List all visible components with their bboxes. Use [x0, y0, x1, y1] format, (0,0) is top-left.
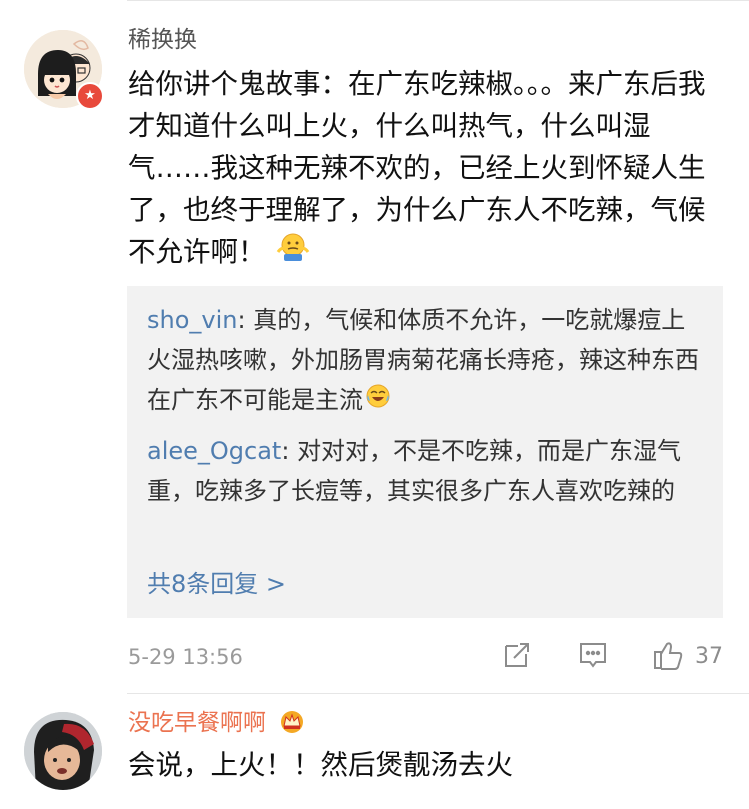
share-icon[interactable]	[502, 640, 532, 674]
crown-icon	[277, 708, 307, 740]
comment-username[interactable]: 稀换换	[128, 20, 197, 54]
reply-item: alee_Ogcat: 对对对，不是不吃辣，而是广东湿气重，吃辣多了长痘等，其实…	[147, 431, 707, 511]
shrug-emoji-icon	[276, 232, 310, 274]
comment-username[interactable]: 没吃早餐啊啊	[128, 703, 307, 740]
comment-divider	[127, 693, 749, 694]
reply-separator: :	[281, 437, 298, 465]
comment-timestamp: 5-29 13:56	[128, 645, 243, 669]
avatar[interactable]	[24, 712, 102, 790]
like-icon[interactable]	[653, 640, 685, 674]
more-replies-link[interactable]: 共8条回复 >	[147, 564, 286, 599]
like-count: 37	[695, 644, 723, 669]
comment-text: 会说，上火！！然后煲靓汤去火	[128, 749, 513, 781]
laugh-cry-emoji-icon	[365, 381, 391, 421]
reply-item: sho_vin: 真的，气候和体质不允许，一吃就爆痘上火湿热咳嗽，外加肠胃病菊花…	[147, 300, 707, 421]
reply-separator: :	[237, 306, 254, 334]
comment-text: 给你讲个鬼故事：在广东吃辣椒。。。来广东后我才知道什么叫上火，什么叫热气，什么叫…	[128, 63, 708, 274]
reply-box: sho_vin: 真的，气候和体质不允许，一吃就爆痘上火湿热咳嗽，外加肠胃病菊花…	[127, 286, 723, 618]
username-text: 没吃早餐啊啊	[128, 710, 266, 736]
verified-badge-icon: ★	[76, 82, 104, 110]
top-divider	[127, 0, 749, 1]
comment-icon[interactable]	[578, 640, 608, 674]
reply-username[interactable]: sho_vin	[147, 306, 237, 334]
reply-username[interactable]: alee_Ogcat	[147, 437, 281, 465]
comment-body: 给你讲个鬼故事：在广东吃辣椒。。。来广东后我才知道什么叫上火，什么叫热气，什么叫…	[128, 68, 706, 268]
